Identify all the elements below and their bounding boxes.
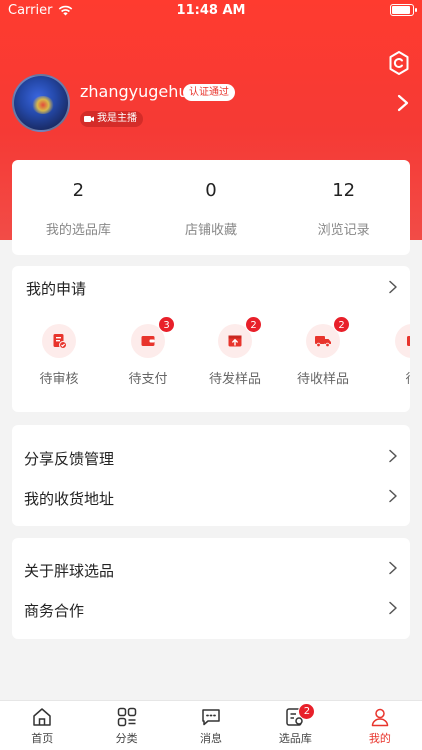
profile-chevron-right-icon[interactable] [396,94,410,112]
message-icon [202,709,220,726]
tab-label: 我的 [368,732,391,745]
menu-group-about: 关于胖球选品 商务合作 [12,538,410,639]
stat-value: 2 [72,180,85,201]
tab-product-library[interactable]: 2 选品库 [253,701,337,750]
menu-item-shipping-address[interactable]: 我的收货地址 [12,476,410,516]
menu-group-management: 分享反馈管理 我的收货地址 [12,425,410,526]
menu-item-label: 商务合作 [24,602,85,620]
application-label: 待审核 [39,372,79,387]
tab-home[interactable]: 首页 [0,701,84,750]
partial-icon [395,324,410,358]
stat-label: 浏览记录 [317,223,370,238]
tab-category[interactable]: 分类 [84,701,168,750]
category-icon [117,707,136,727]
host-tag: 我是主播 [80,111,143,127]
avatar[interactable] [12,74,70,132]
notification-badge: 2 [245,316,262,333]
menu-item-label: 我的收货地址 [24,490,115,508]
menu-item-share-feedback[interactable]: 分享反馈管理 [12,436,410,476]
chevron-right-icon [389,449,397,463]
clock: 11:48 AM [176,3,246,18]
application-label: 待发样品 [208,372,261,387]
application-label: 待 [367,368,410,387]
bottom-tab-bar: 首页 分类 消息 2 选品库 我的 [0,700,422,750]
notification-badge: 2 [298,703,316,720]
notification-badge: 2 [333,316,350,333]
host-tag-label: 我是主播 [97,113,137,124]
wallet-icon: 3 [131,316,175,358]
status-bar: Carrier 11:48 AM [0,0,422,22]
application-label: 待支付 [128,372,168,387]
notification-badge: 3 [158,316,175,333]
stat-browse-history[interactable]: 12 浏览记录 [277,160,410,255]
chevron-right-icon [389,489,397,503]
stat-store-favorites[interactable]: 0 店铺收藏 [145,160,278,255]
application-label: 待收样品 [296,372,349,387]
profile-icon [371,708,389,727]
stats-card: 2 我的选品库 0 店铺收藏 12 浏览记录 [12,160,410,255]
username: zhangyugehu [80,82,189,101]
chevron-right-icon [389,561,397,575]
tab-label: 首页 [31,732,54,745]
stat-label: 店铺收藏 [185,223,238,238]
application-pending-ship-sample[interactable]: 2 待发样品 [190,316,280,387]
settings-gear-icon[interactable] [386,50,412,76]
stat-value: 0 [205,180,217,201]
application-status-list: 待审核 3 待支付 2 待发样品 2 待收样品 [12,316,410,404]
application-partial-item[interactable]: 待 [367,324,410,387]
battery-icon [390,4,417,16]
tab-label: 分类 [115,732,138,745]
truck-icon: 2 [306,316,350,358]
application-pending-review[interactable]: 待审核 [14,324,104,387]
chevron-right-icon [389,601,397,615]
chevron-right-icon[interactable] [388,280,398,294]
verified-badge: 认证通过 [183,84,235,101]
menu-item-label: 分享反馈管理 [24,450,115,468]
tab-label: 消息 [200,732,223,745]
stat-label: 我的选品库 [45,223,111,238]
menu-item-business-cooperation[interactable]: 商务合作 [12,588,410,628]
my-applications-title[interactable]: 我的申请 [26,278,86,299]
menu-item-about[interactable]: 关于胖球选品 [12,548,410,588]
application-pending-receive-sample[interactable]: 2 待收样品 [278,316,368,387]
video-camera-icon [84,116,94,122]
tab-messages[interactable]: 消息 [169,701,253,750]
stat-selection-library[interactable]: 2 我的选品库 [12,160,145,255]
stat-value: 12 [332,180,356,201]
tab-profile[interactable]: 我的 [338,701,422,750]
application-pending-payment[interactable]: 3 待支付 [103,316,193,387]
my-applications-card: 我的申请 待审核 3 待支付 2 待发样品 2 待收样品 [12,266,410,412]
menu-item-label: 关于胖球选品 [24,562,115,580]
home-icon [33,708,51,726]
tab-label: 选品库 [278,732,312,745]
box-upload-icon: 2 [218,316,262,358]
document-check-icon [42,324,76,358]
